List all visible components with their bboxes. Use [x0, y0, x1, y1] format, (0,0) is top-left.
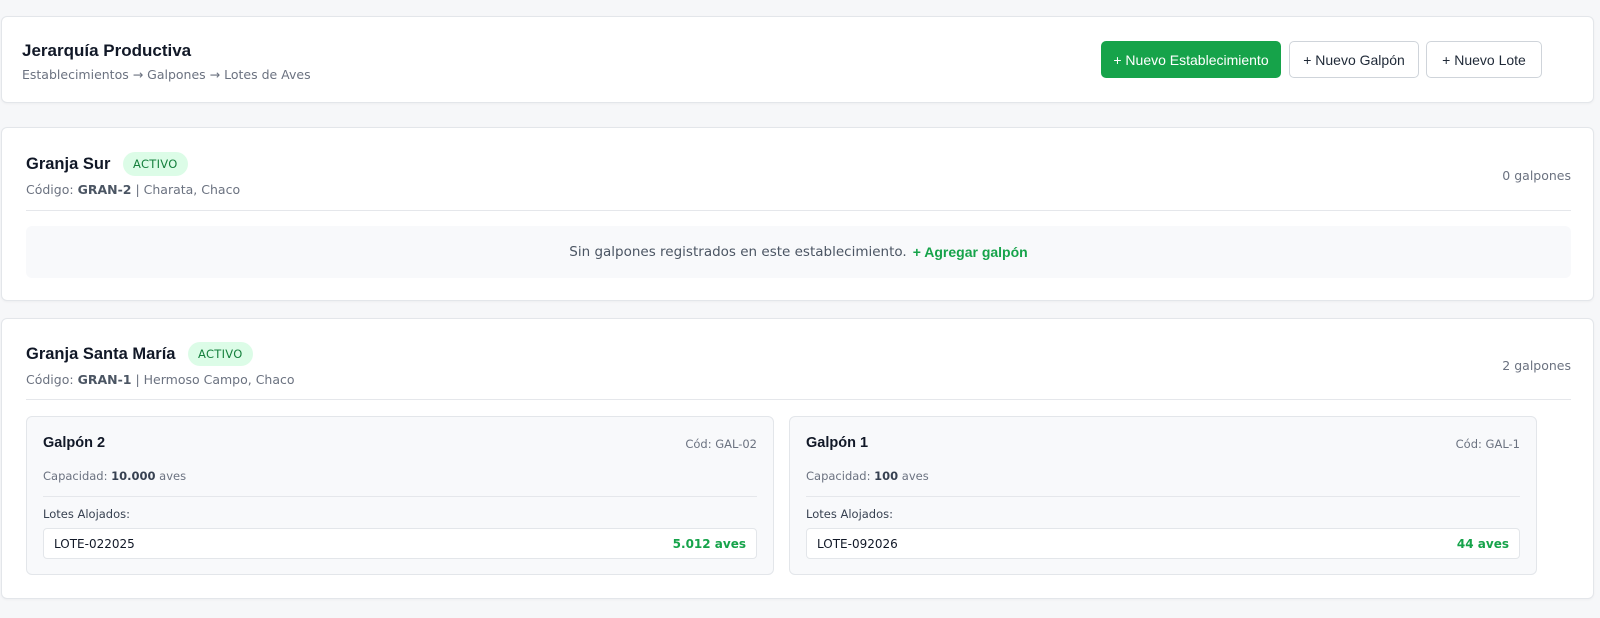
shed-code: Cód: GAL-1: [1455, 437, 1520, 451]
lotes-label: Lotes Alojados:: [806, 507, 894, 521]
lote-name: LOTE-092026: [817, 536, 898, 551]
establishment-meta: Código: GRAN-2 | Charata, Chaco: [26, 182, 240, 197]
lote-row[interactable]: LOTE-092026 44 aves: [806, 528, 1520, 559]
establishment-name: Granja Santa María: [26, 345, 176, 363]
shed-count: 2 galpones: [1502, 358, 1571, 373]
lote-name: LOTE-022025: [54, 536, 135, 551]
capacity-unit: aves: [901, 469, 929, 483]
shed-code: Cód: GAL-02: [685, 437, 757, 451]
divider: [806, 496, 1520, 497]
status-badge: ACTIVO: [188, 342, 253, 366]
shed-name: Galpón 1: [806, 435, 869, 451]
meta-separator: |: [135, 372, 144, 387]
code-label: Código:: [26, 182, 74, 197]
page-title: Jerarquía Productiva: [22, 41, 192, 60]
divider: [26, 399, 1571, 400]
shed-capacity: Capacidad: 100 aves: [806, 469, 929, 483]
establishment-location: Hermoso Campo, Chaco: [143, 372, 295, 387]
establishment-code: GRAN-2: [77, 182, 132, 197]
lote-bird-count: 5.012 aves: [672, 536, 746, 551]
lote-row[interactable]: LOTE-022025 5.012 aves: [43, 528, 757, 559]
shed-count: 0 galpones: [1502, 168, 1571, 183]
capacity-label: Capacidad:: [806, 469, 871, 483]
new-batch-button[interactable]: + Nuevo Lote: [1426, 41, 1542, 78]
status-badge: ACTIVO: [123, 152, 188, 176]
establishment-code: GRAN-1: [77, 372, 132, 387]
empty-message: Sin galpones registrados en este estable…: [569, 244, 907, 260]
lotes-label: Lotes Alojados:: [43, 507, 131, 521]
lote-bird-count: 44 aves: [1456, 536, 1509, 551]
establishment-card: Granja Santa María ACTIVO Código: GRAN-1…: [1, 318, 1594, 599]
establishment-location: Charata, Chaco: [143, 182, 241, 197]
capacity-value: 10.000: [111, 469, 156, 483]
shed-capacity: Capacidad: 10.000 aves: [43, 469, 186, 483]
hierarchy-header-card: Jerarquía Productiva Establecimientos → …: [1, 16, 1594, 103]
capacity-label: Capacidad:: [43, 469, 108, 483]
establishment-name: Granja Sur: [26, 155, 111, 173]
divider: [26, 210, 1571, 211]
capacity-unit: aves: [159, 469, 187, 483]
new-establishment-button[interactable]: + Nuevo Establecimiento: [1101, 41, 1281, 78]
shed-name: Galpón 2: [43, 435, 106, 451]
breadcrumb: Establecimientos → Galpones → Lotes de A…: [22, 67, 311, 82]
empty-state: Sin galpones registrados en este estable…: [26, 226, 1571, 278]
divider: [43, 496, 757, 497]
new-shed-button[interactable]: + Nuevo Galpón: [1289, 41, 1419, 78]
establishment-meta: Código: GRAN-1 | Hermoso Campo, Chaco: [26, 372, 295, 387]
add-shed-link[interactable]: + Agregar galpón: [913, 244, 1028, 260]
shed-card[interactable]: Galpón 1 Cód: GAL-1 Capacidad: 100 aves …: [789, 416, 1537, 575]
establishment-card: Granja Sur ACTIVO Código: GRAN-2 | Chara…: [1, 127, 1594, 301]
capacity-value: 100: [874, 469, 899, 483]
shed-card[interactable]: Galpón 2 Cód: GAL-02 Capacidad: 10.000 a…: [26, 416, 774, 575]
code-label: Código:: [26, 372, 74, 387]
meta-separator: |: [135, 182, 144, 197]
